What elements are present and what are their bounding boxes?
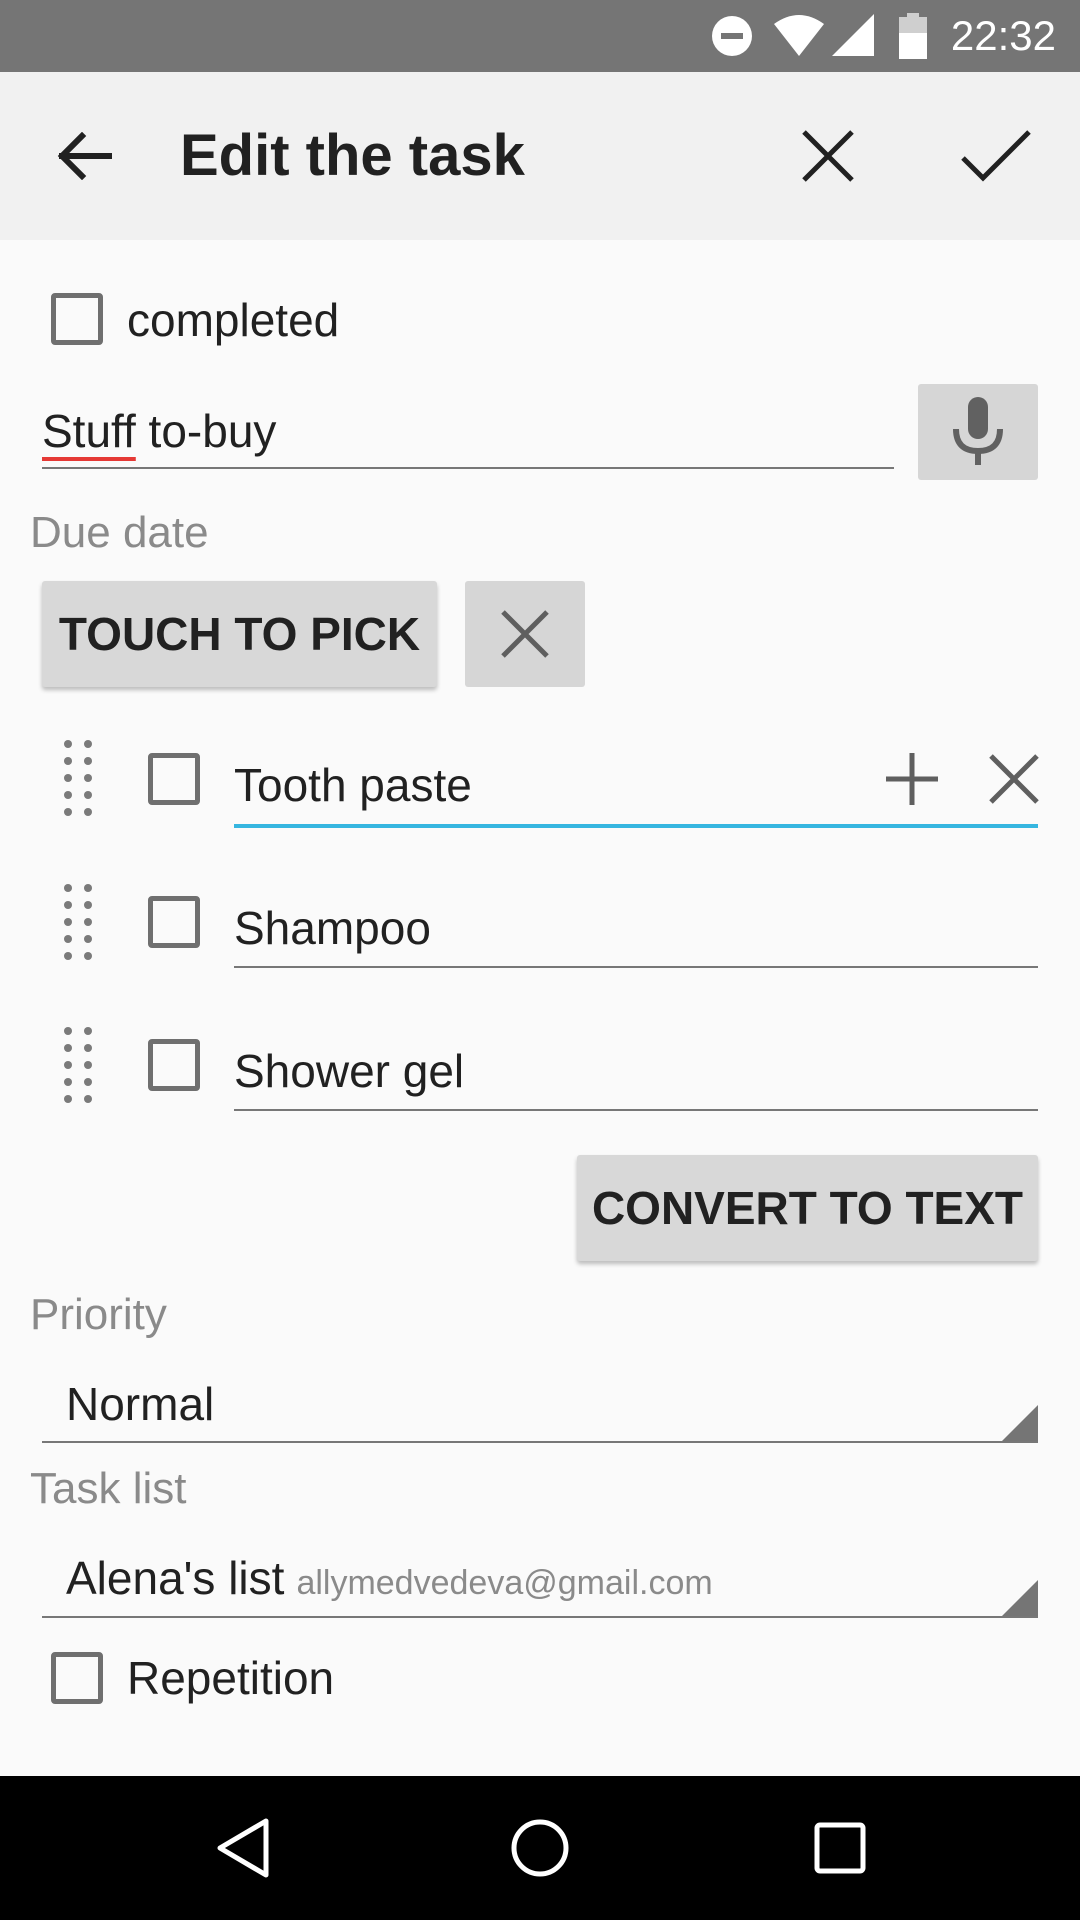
task-title-rest: to-buy [135,405,277,457]
task-title-input[interactable]: Stuff to-buy [42,404,276,458]
checklist-item-input[interactable]: Shampoo [234,901,431,955]
task-list-dropdown-icon[interactable] [1002,1580,1038,1616]
clear-due-date-button[interactable] [465,581,585,687]
add-item-icon[interactable] [884,751,940,807]
due-date-label: Due date [30,508,209,557]
pick-due-date-button[interactable]: TOUCH TO PICK [42,581,437,687]
completed-checkbox[interactable] [51,293,103,345]
voice-input-button[interactable] [918,384,1038,480]
page-title: Edit the task [180,123,525,188]
close-icon [802,130,854,182]
drag-handle-icon[interactable] [60,1025,96,1105]
back-button[interactable] [44,116,124,196]
cell-signal-icon [832,14,874,56]
navigation-bar [0,1776,1080,1920]
task-list-underline [42,1616,1038,1618]
status-bar: 22:32 [0,0,1080,72]
checklist-item-underline [234,966,1038,968]
checklist-item-input[interactable]: Shower gel [234,1044,464,1098]
app-bar: Edit the task [0,72,1080,240]
checklist-item-underline [234,824,1038,828]
task-list-name: Alena's list [66,1552,285,1604]
task-list-select[interactable]: Alena's list allymedvedeva@gmail.com [66,1551,713,1605]
repetition-checkbox[interactable] [51,1652,103,1704]
check-icon [961,130,1031,182]
drag-handle-icon[interactable] [60,882,96,962]
wifi-icon [774,15,824,56]
delete-item-icon[interactable] [988,753,1040,805]
save-button[interactable] [956,116,1036,196]
checklist-item-input[interactable]: Tooth paste [234,758,472,812]
task-title-underline [42,467,894,469]
status-time: 22:32 [950,12,1056,59]
back-nav-icon[interactable] [214,1817,270,1879]
checklist-item-checkbox[interactable] [148,753,200,805]
task-list-label: Task list [30,1464,187,1513]
completed-label: completed [127,294,340,346]
discard-button[interactable] [788,116,868,196]
close-icon [501,610,549,658]
task-list-account: allymedvedeva@gmail.com [296,1564,713,1602]
do-not-disturb-icon [712,16,752,56]
drag-handle-icon[interactable] [60,738,96,818]
convert-to-text-button[interactable]: CONVERT TO TEXT [577,1155,1038,1261]
checklist-item-checkbox[interactable] [148,896,200,948]
home-nav-icon[interactable] [510,1818,570,1878]
recents-nav-icon[interactable] [814,1822,866,1874]
priority-underline [42,1441,1038,1443]
arrow-back-icon [57,132,112,180]
checklist-item-underline [234,1109,1038,1111]
microphone-icon [953,397,1003,465]
task-title-word: Stuff [42,405,136,457]
repetition-label: Repetition [127,1652,335,1704]
priority-select[interactable]: Normal [66,1377,214,1431]
battery-icon [899,13,927,59]
priority-label: Priority [30,1290,167,1339]
priority-dropdown-icon[interactable] [1002,1405,1038,1441]
checklist-item-checkbox[interactable] [148,1039,200,1091]
